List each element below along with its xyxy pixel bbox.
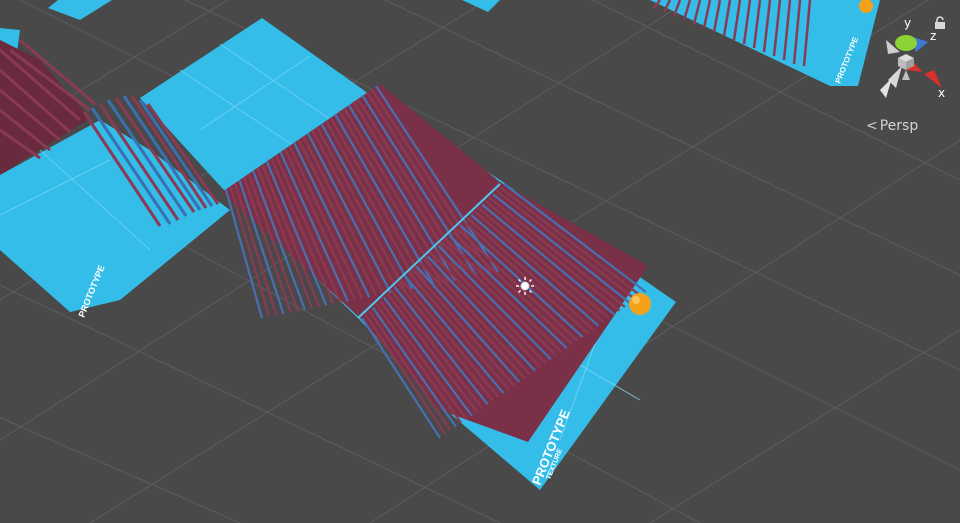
gizmo-label-x: x	[938, 86, 945, 100]
projection-label: Persp	[879, 118, 919, 134]
gizmo-back-cone[interactable]	[880, 78, 892, 98]
ball-player[interactable]	[629, 293, 651, 315]
platform-fragment-top-left	[48, 0, 112, 20]
gizmo-label-z: z	[930, 29, 936, 43]
gizmo-cone-neg-y[interactable]	[902, 70, 910, 80]
projection-toggle[interactable]: < Persp	[866, 118, 918, 134]
gizmo-axis-y[interactable]	[895, 35, 917, 51]
gizmo-label-y: y	[904, 16, 911, 30]
chevron-left-icon: <	[866, 118, 878, 134]
platform-fragment-top-center	[462, 0, 500, 12]
scene-viewport[interactable]: PROTOTYPE TEXTURE PROTOTYPE PROTOTYPE y …	[0, 0, 960, 523]
lock-icon[interactable]	[934, 16, 946, 30]
gizmo-cone-neg-z[interactable]	[888, 66, 902, 88]
scene-canvas[interactable]: PROTOTYPE TEXTURE PROTOTYPE PROTOTYPE	[0, 0, 960, 523]
light-icon[interactable]	[516, 277, 534, 295]
gizmo-x-arrow[interactable]	[924, 70, 942, 88]
